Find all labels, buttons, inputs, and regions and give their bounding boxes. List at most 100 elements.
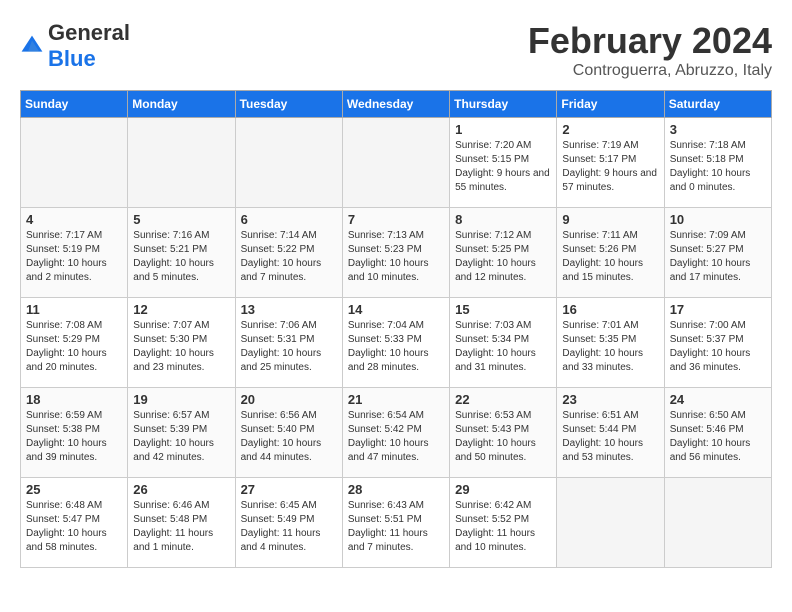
page-header: General Blue February 2024 Controguerra,… bbox=[20, 20, 772, 80]
logo: General Blue bbox=[20, 20, 130, 72]
calendar-cell: 16 Sunrise: 7:01 AMSunset: 5:35 PMDayligh… bbox=[557, 298, 664, 388]
day-number: 29 bbox=[455, 482, 551, 497]
calendar-cell: 1 Sunrise: 7:20 AMSunset: 5:15 PMDaylight… bbox=[450, 118, 557, 208]
day-info: Sunrise: 6:56 AMSunset: 5:40 PMDaylight:… bbox=[241, 409, 337, 465]
day-number: 25 bbox=[26, 482, 122, 497]
calendar-cell: 26Sunrise: 6:46 AMSunset: 5:48 PMDayligh… bbox=[128, 478, 235, 568]
day-number: 22 bbox=[455, 392, 551, 407]
day-info: Sunrise: 6:57 AMSunset: 5:39 PMDaylight:… bbox=[133, 409, 229, 465]
calendar-cell: 3Sunrise: 7:18 AMSunset: 5:18 PMDaylight… bbox=[664, 118, 771, 208]
calendar-cell: 6 Sunrise: 7:14 AMSunset: 5:22 PMDaylight… bbox=[235, 208, 342, 298]
day-number: 7 bbox=[348, 212, 444, 227]
day-info: Sunrise: 6:51 AMSunset: 5:44 PMDaylight:… bbox=[562, 409, 658, 465]
day-info: Sunrise: 7:03 AMSunset: 5:34 PMDaylight:… bbox=[455, 319, 551, 375]
day-info: Sunrise: 7:19 AMSunset: 5:17 PMDaylight:… bbox=[562, 139, 658, 195]
week-row: 1 Sunrise: 7:20 AMSunset: 5:15 PMDaylight… bbox=[21, 118, 772, 208]
day-info: Sunrise: 7:01 AMSunset: 5:35 PMDaylight:… bbox=[562, 319, 658, 375]
calendar-cell: 15 Sunrise: 7:03 AMSunset: 5:34 PMDayligh… bbox=[450, 298, 557, 388]
column-header-monday: Monday bbox=[128, 91, 235, 118]
calendar-cell bbox=[664, 478, 771, 568]
day-info: Sunrise: 7:09 AMSunset: 5:27 PMDaylight:… bbox=[670, 229, 766, 285]
day-info: Sunrise: 7:08 AMSunset: 5:29 PMDaylight:… bbox=[26, 319, 122, 375]
calendar-cell: 8 Sunrise: 7:12 AMSunset: 5:25 PMDaylight… bbox=[450, 208, 557, 298]
calendar-cell: 5Sunrise: 7:16 AMSunset: 5:21 PMDaylight… bbox=[128, 208, 235, 298]
day-number: 16 bbox=[562, 302, 658, 317]
calendar-cell bbox=[21, 118, 128, 208]
calendar-cell bbox=[342, 118, 449, 208]
day-number: 9 bbox=[562, 212, 658, 227]
location-title: Controguerra, Abruzzo, Italy bbox=[528, 62, 772, 80]
day-number: 4 bbox=[26, 212, 122, 227]
column-header-thursday: Thursday bbox=[450, 91, 557, 118]
day-number: 18 bbox=[26, 392, 122, 407]
calendar-cell: 20Sunrise: 6:56 AMSunset: 5:40 PMDayligh… bbox=[235, 388, 342, 478]
day-info: Sunrise: 6:42 AMSunset: 5:52 PMDaylight:… bbox=[455, 499, 551, 555]
title-area: February 2024 Controguerra, Abruzzo, Ita… bbox=[528, 20, 772, 80]
calendar-cell: 23 Sunrise: 6:51 AMSunset: 5:44 PMDayligh… bbox=[557, 388, 664, 478]
calendar-cell: 7 Sunrise: 7:13 AMSunset: 5:23 PMDaylight… bbox=[342, 208, 449, 298]
column-header-wednesday: Wednesday bbox=[342, 91, 449, 118]
column-header-saturday: Saturday bbox=[664, 91, 771, 118]
day-info: Sunrise: 6:48 AMSunset: 5:47 PMDaylight:… bbox=[26, 499, 122, 555]
calendar-cell: 18 Sunrise: 6:59 AMSunset: 5:38 PMDayligh… bbox=[21, 388, 128, 478]
column-header-tuesday: Tuesday bbox=[235, 91, 342, 118]
calendar-cell: 4 Sunrise: 7:17 AMSunset: 5:19 PMDaylight… bbox=[21, 208, 128, 298]
day-info: Sunrise: 6:46 AMSunset: 5:48 PMDaylight:… bbox=[133, 499, 229, 555]
day-info: Sunrise: 6:54 AMSunset: 5:42 PMDaylight:… bbox=[348, 409, 444, 465]
day-number: 14 bbox=[348, 302, 444, 317]
calendar-cell: 13 Sunrise: 7:06 AMSunset: 5:31 PMDayligh… bbox=[235, 298, 342, 388]
day-number: 13 bbox=[241, 302, 337, 317]
month-title: February 2024 bbox=[528, 20, 772, 62]
day-info: Sunrise: 7:14 AMSunset: 5:22 PMDaylight:… bbox=[241, 229, 337, 285]
day-info: Sunrise: 7:18 AMSunset: 5:18 PMDaylight:… bbox=[670, 139, 766, 195]
day-info: Sunrise: 7:11 AMSunset: 5:26 PMDaylight:… bbox=[562, 229, 658, 285]
calendar-cell: 10 Sunrise: 7:09 AMSunset: 5:27 PMDayligh… bbox=[664, 208, 771, 298]
header-row: SundayMondayTuesdayWednesdayThursdayFrid… bbox=[21, 91, 772, 118]
day-number: 12 bbox=[133, 302, 229, 317]
calendar-cell: 17Sunrise: 7:00 AMSunset: 5:37 PMDayligh… bbox=[664, 298, 771, 388]
day-number: 1 bbox=[455, 122, 551, 137]
day-number: 5 bbox=[133, 212, 229, 227]
column-header-friday: Friday bbox=[557, 91, 664, 118]
day-info: Sunrise: 6:59 AMSunset: 5:38 PMDaylight:… bbox=[26, 409, 122, 465]
week-row: 18 Sunrise: 6:59 AMSunset: 5:38 PMDayligh… bbox=[21, 388, 772, 478]
calendar-cell: 28 Sunrise: 6:43 AMSunset: 5:51 PMDayligh… bbox=[342, 478, 449, 568]
day-number: 23 bbox=[562, 392, 658, 407]
day-info: Sunrise: 7:06 AMSunset: 5:31 PMDaylight:… bbox=[241, 319, 337, 375]
column-header-sunday: Sunday bbox=[21, 91, 128, 118]
calendar-cell: 29 Sunrise: 6:42 AMSunset: 5:52 PMDayligh… bbox=[450, 478, 557, 568]
day-info: Sunrise: 6:43 AMSunset: 5:51 PMDaylight:… bbox=[348, 499, 444, 555]
day-info: Sunrise: 7:13 AMSunset: 5:23 PMDaylight:… bbox=[348, 229, 444, 285]
calendar-cell: 12 Sunrise: 7:07 AMSunset: 5:30 PMDayligh… bbox=[128, 298, 235, 388]
calendar-cell: 21 Sunrise: 6:54 AMSunset: 5:42 PMDayligh… bbox=[342, 388, 449, 478]
logo-icon bbox=[20, 34, 44, 58]
day-number: 27 bbox=[241, 482, 337, 497]
calendar-cell: 19 Sunrise: 6:57 AMSunset: 5:39 PMDayligh… bbox=[128, 388, 235, 478]
calendar-cell: 25 Sunrise: 6:48 AMSunset: 5:47 PMDayligh… bbox=[21, 478, 128, 568]
day-number: 8 bbox=[455, 212, 551, 227]
day-info: Sunrise: 7:12 AMSunset: 5:25 PMDaylight:… bbox=[455, 229, 551, 285]
calendar-cell: 14 Sunrise: 7:04 AMSunset: 5:33 PMDayligh… bbox=[342, 298, 449, 388]
calendar-cell: 2 Sunrise: 7:19 AMSunset: 5:17 PMDaylight… bbox=[557, 118, 664, 208]
logo-blue: Blue bbox=[48, 46, 96, 71]
day-info: Sunrise: 7:04 AMSunset: 5:33 PMDaylight:… bbox=[348, 319, 444, 375]
day-info: Sunrise: 6:45 AMSunset: 5:49 PMDaylight:… bbox=[241, 499, 337, 555]
day-number: 28 bbox=[348, 482, 444, 497]
day-number: 6 bbox=[241, 212, 337, 227]
day-number: 2 bbox=[562, 122, 658, 137]
day-info: Sunrise: 7:07 AMSunset: 5:30 PMDaylight:… bbox=[133, 319, 229, 375]
calendar-cell bbox=[128, 118, 235, 208]
calendar-cell: 27 Sunrise: 6:45 AMSunset: 5:49 PMDayligh… bbox=[235, 478, 342, 568]
day-number: 17 bbox=[670, 302, 766, 317]
calendar-cell bbox=[235, 118, 342, 208]
day-info: Sunrise: 7:20 AMSunset: 5:15 PMDaylight:… bbox=[455, 139, 551, 195]
day-number: 21 bbox=[348, 392, 444, 407]
day-number: 15 bbox=[455, 302, 551, 317]
day-number: 19 bbox=[133, 392, 229, 407]
day-info: Sunrise: 7:17 AMSunset: 5:19 PMDaylight:… bbox=[26, 229, 122, 285]
logo-text: General Blue bbox=[48, 20, 130, 72]
calendar-cell: 11Sunrise: 7:08 AMSunset: 5:29 PMDayligh… bbox=[21, 298, 128, 388]
day-number: 10 bbox=[670, 212, 766, 227]
calendar-cell: 9 Sunrise: 7:11 AMSunset: 5:26 PMDaylight… bbox=[557, 208, 664, 298]
week-row: 25 Sunrise: 6:48 AMSunset: 5:47 PMDayligh… bbox=[21, 478, 772, 568]
